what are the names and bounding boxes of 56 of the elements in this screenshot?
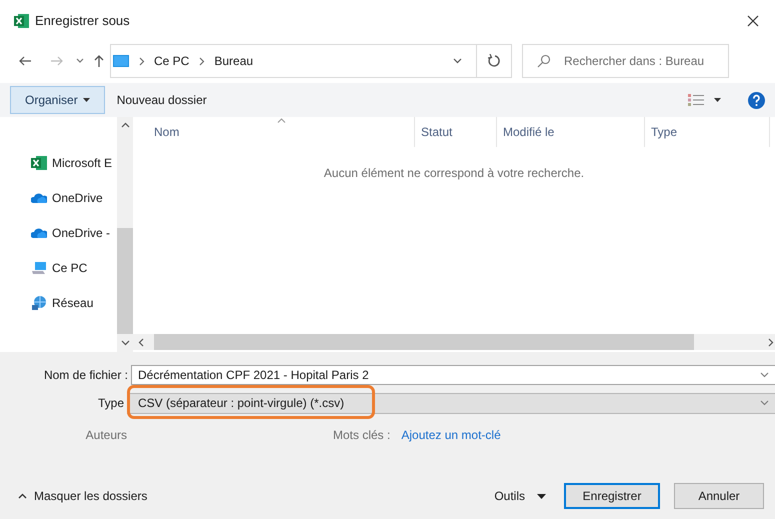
tags-field[interactable]: Ajoutez un mot-clé [401,426,501,444]
tags-label: Mots clés : [333,427,390,444]
sidebar-item[interactable]: OneDrive - [52,224,110,242]
breadcrumb-item[interactable]: Bureau [214,52,254,70]
scroll-down-icon[interactable] [120,340,130,346]
scroll-up-icon[interactable] [120,122,130,128]
organize-button[interactable]: Organiser [10,86,105,114]
sidebar-item[interactable]: Microsoft E [52,154,112,172]
refresh-icon [488,54,500,68]
column-header[interactable]: Statut [421,123,452,141]
back-arrow-icon[interactable] [18,56,32,66]
scroll-right-icon[interactable] [768,338,774,346]
column-header[interactable]: Modifié le [503,123,554,141]
sidebar-item[interactable]: Ce PC [52,259,88,277]
cancel-button[interactable]: Annuler [674,483,764,509]
chevron-up-icon [18,493,27,499]
chevron-down-icon[interactable] [76,58,84,64]
close-icon[interactable] [747,15,759,27]
up-arrow-icon[interactable] [94,54,104,68]
network-globe-icon [31,295,47,311]
chevron-right-icon [139,56,145,66]
chevron-down-icon[interactable] [760,400,769,406]
scrollbar-thumb[interactable] [117,228,133,334]
scrollbar-thumb[interactable] [154,334,694,350]
hide-folders-button[interactable]: Masquer les dossiers [18,487,148,505]
column-header[interactable]: Nom [154,123,180,141]
chevron-down-icon[interactable] [760,372,769,378]
field-label: Type [98,395,124,412]
field-label: Nom de fichier : [42,367,129,384]
computer-icon [31,260,47,276]
desktop-icon [113,55,129,67]
excel-icon [14,13,30,29]
search-field[interactable]: Rechercher dans : Bureau [522,44,729,78]
excel-icon [31,155,47,171]
column-header[interactable]: Type [651,123,678,141]
breadcrumb-item[interactable]: Ce PC [154,52,190,70]
address-bar[interactable]: Ce PC Bureau [110,44,512,78]
type-dropdown[interactable]: CSV (séparateur : point-virgule) (*.csv) [127,392,775,414]
sidebar-item[interactable]: OneDrive [52,189,103,207]
chevron-down-icon[interactable] [453,58,462,64]
search-icon [537,54,551,68]
authors-label: Auteurs [84,427,127,444]
empty-message: Aucun élément ne correspond à votre recherche. [324,165,584,180]
filename-field[interactable]: Décrémentation CPF 2021 - Hopital Paris 2 [131,365,775,385]
window-title: Enregistrer sous [35,12,130,30]
caret-icon [537,494,546,498]
caret-icon [82,98,90,102]
caret-icon[interactable] [714,98,721,102]
help-icon[interactable] [748,92,765,108]
save-button[interactable]: Enregistrer [564,483,660,509]
new-folder-button[interactable]: Nouveau dossier [112,86,211,114]
sidebar-item[interactable]: Réseau [52,294,94,312]
scroll-left-icon[interactable] [138,338,144,346]
view-options-icon[interactable] [688,93,704,107]
tools-button[interactable]: Outils [494,487,546,505]
chevron-right-icon [199,56,206,66]
